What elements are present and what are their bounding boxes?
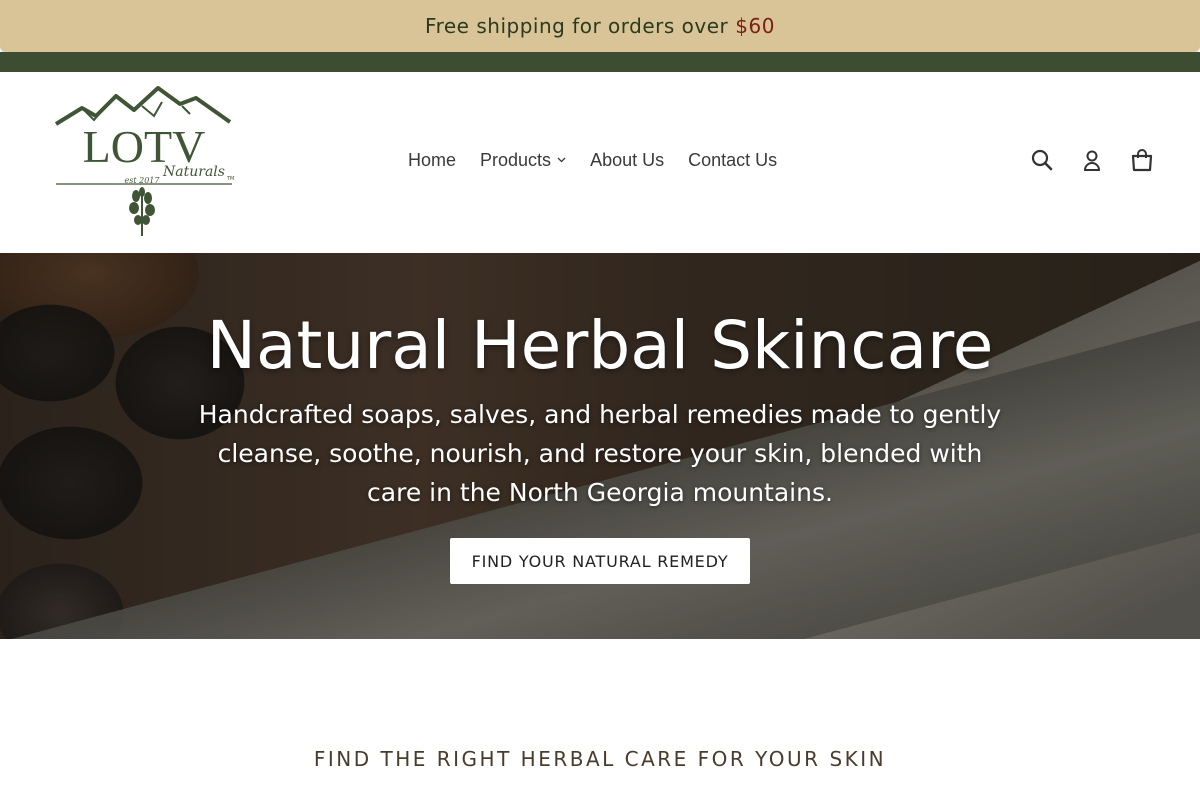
hero-banner: Natural Herbal Skincare Handcrafted soap… — [0, 253, 1200, 639]
promo-text: Free shipping for orders over — [425, 14, 729, 38]
cart-icon[interactable] — [1130, 148, 1154, 172]
account-icon[interactable] — [1080, 148, 1104, 172]
logo-script: Naturals — [162, 164, 225, 180]
promo-price: $60 — [735, 14, 775, 38]
hero-title: Natural Herbal Skincare — [206, 307, 994, 384]
announcement-divider — [0, 52, 1200, 72]
section-heading: FIND THE RIGHT HERBAL CARE FOR YOUR SKIN — [313, 747, 887, 771]
nav-about[interactable]: About Us — [578, 150, 676, 171]
header-icons — [1030, 148, 1154, 172]
nav-home[interactable]: Home — [396, 150, 468, 171]
nav-about-label: About Us — [590, 150, 665, 170]
promo-banner: Free shipping for orders over $60 — [0, 0, 1200, 52]
find-remedy-button[interactable]: FIND YOUR NATURAL REMEDY — [450, 538, 750, 584]
chevron-down-icon — [557, 155, 566, 166]
main-navigation: Home Products About Us Contact Us — [396, 150, 789, 171]
search-icon[interactable] — [1030, 148, 1054, 172]
nav-home-label: Home — [408, 150, 457, 170]
brand-logo[interactable]: LOTV Naturals TM est 2017 — [54, 86, 234, 238]
logo-est: est 2017 — [125, 176, 161, 185]
nav-contact[interactable]: Contact Us — [676, 150, 789, 171]
logo-tm: TM — [226, 176, 234, 182]
logo-graphic: LOTV Naturals TM est 2017 — [54, 86, 234, 236]
hero-content: Natural Herbal Skincare Handcrafted soap… — [0, 253, 1200, 639]
nav-contact-label: Contact Us — [688, 150, 778, 170]
nav-products-label: Products — [480, 150, 552, 170]
hero-subtitle: Handcrafted soaps, salves, and herbal re… — [198, 400, 1002, 507]
site-header: LOTV Naturals TM est 2017 Home Products — [0, 72, 1200, 253]
nav-products[interactable]: Products — [468, 150, 578, 171]
